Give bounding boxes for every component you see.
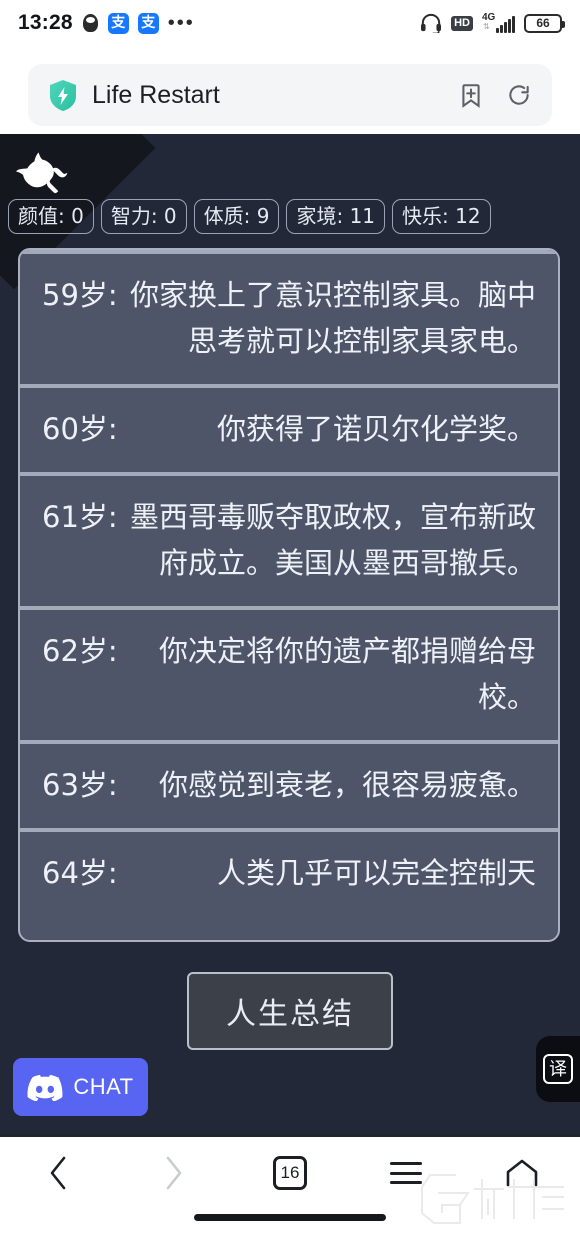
translate-glyph: 译 [543,1054,573,1084]
list-item[interactable]: 63岁: 你感觉到衰老，很容易疲惫。 [20,740,558,828]
event-text: 墨西哥毒贩夺取政权，宣布新政府成立。美国从墨西哥撤兵。 [129,500,536,580]
discord-chat-label: CHAT [73,1074,134,1099]
back-button[interactable] [26,1145,90,1201]
battery-icon: 66 [524,13,565,33]
signal-icon: 4G ⇅ [482,12,515,33]
battery-level: 66 [536,16,550,30]
bookmark-add-icon[interactable] [458,82,484,108]
life-summary-button[interactable]: 人生总结 [187,972,393,1050]
alipay-icon: 支 [107,12,129,34]
event-age: 59岁: [42,278,118,312]
list-item[interactable]: 59岁: 你家换上了意识控制家具。脑中思考就可以控制家具家电。 [20,250,558,384]
stat-pill-jiajing: 家境: 11 [286,199,386,234]
list-item[interactable]: 64岁: 人类几乎可以完全控制天 [20,828,558,916]
data-arrows-icon: ⇅ [483,22,490,31]
event-text: 你决定将你的遗产都捐赠给母校。 [158,634,536,714]
shield-bolt-icon [48,79,78,112]
list-item[interactable]: 61岁: 墨西哥毒贩夺取政权，宣布新政府成立。美国从墨西哥撤兵。 [20,472,558,606]
nav-items: 16 [0,1137,580,1209]
event-age: 62岁: [42,634,118,668]
status-bar: 13:28 支 支 ••• HD 4G ⇅ 66 [0,0,580,46]
discord-chat-button[interactable]: CHAT [13,1058,148,1116]
status-bar-right: HD 4G ⇅ 66 [420,12,565,33]
event-age: 60岁: [42,412,118,446]
game-viewport: 颜值: 0 智力: 0 体质: 9 家境: 11 快乐: 12 59岁: 你家换… [0,134,580,1134]
event-age: 64岁: [42,856,118,890]
home-icon [505,1158,539,1188]
refresh-icon[interactable] [506,82,532,108]
summary-button-wrap: 人生总结 [0,972,580,1050]
list-item[interactable]: 60岁: 你获得了诺贝尔化学奖。 [20,384,558,472]
event-text: 你家换上了意识控制家具。脑中思考就可以控制家具家电。 [129,278,536,358]
life-event-list[interactable]: 59岁: 你家换上了意识控制家具。脑中思考就可以控制家具家电。 60岁: 你获得… [18,248,560,942]
address-pill[interactable]: Life Restart [28,64,552,126]
browser-bottom-nav: 16 [0,1134,580,1237]
title-actions [458,82,532,108]
hamburger-menu-icon [390,1162,422,1184]
chevron-left-icon [48,1156,68,1190]
tab-count: 16 [273,1156,307,1190]
overflow-dots-icon: ••• [167,12,195,34]
stat-pill-kuaile: 快乐: 12 [392,199,491,234]
alipay-icon-2: 支 [137,12,159,34]
browser-title-bar: Life Restart [0,56,580,134]
event-text: 人类几乎可以完全控制天 [216,856,536,890]
qq-icon [82,13,99,34]
event-age: 61岁: [42,500,118,534]
stats-bar: 颜值: 0 智力: 0 体质: 9 家境: 11 快乐: 12 [0,199,580,234]
chevron-right-icon [164,1156,184,1190]
phone-screen: 13:28 支 支 ••• HD 4G ⇅ 66 Life Restart 颜值… [0,0,580,1237]
status-time: 13:28 [18,11,73,34]
forward-button[interactable] [142,1145,206,1201]
event-text: 你感觉到衰老，很容易疲惫。 [158,768,536,802]
tab-switcher-button[interactable]: 16 [258,1145,322,1201]
stat-pill-yanzhi: 颜值: 0 [8,199,94,234]
hd-badge: HD [451,15,473,31]
headset-icon [420,13,442,33]
page-title: Life Restart [92,80,220,109]
status-bar-left: 13:28 支 支 ••• [18,11,195,35]
discord-icon [27,1073,63,1102]
home-button[interactable] [490,1145,554,1201]
stat-pill-zhili: 智力: 0 [100,199,187,234]
stat-pill-tizhi: 体质: 9 [193,199,280,234]
menu-button[interactable] [374,1145,438,1201]
home-indicator [194,1214,386,1221]
list-item[interactable]: 62岁: 你决定将你的遗产都捐赠给母校。 [20,606,558,740]
event-text: 你获得了诺贝尔化学奖。 [216,412,536,446]
event-age: 63岁: [42,768,118,802]
translate-button[interactable]: 译 [536,1036,580,1102]
